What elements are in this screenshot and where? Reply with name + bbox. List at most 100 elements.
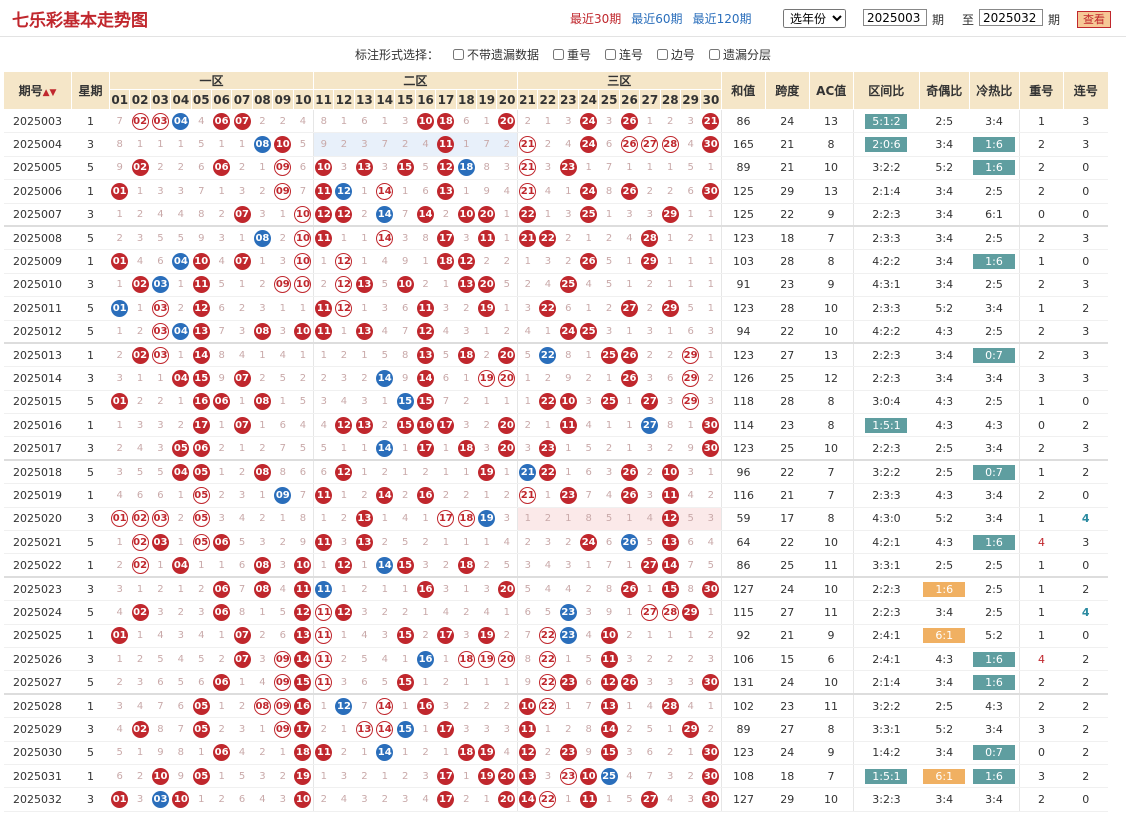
number-ball: 06	[213, 159, 231, 177]
span-cell: 27	[765, 717, 810, 742]
drawn-number-cell: 29	[660, 203, 681, 228]
omission-cell: 5	[272, 600, 294, 625]
option-omission-layer[interactable]: 遗漏分层	[709, 46, 771, 63]
number-ball: 03	[151, 533, 169, 551]
option-repeat[interactable]: 重号	[552, 46, 591, 63]
omission-cell: 1	[680, 413, 701, 438]
repeat-cell: 2	[1018, 273, 1064, 298]
option-consecutive-checkbox[interactable]	[605, 48, 616, 60]
omission-cell: 2	[211, 717, 232, 742]
number-ball: 07	[233, 369, 251, 387]
number-ball: 11	[600, 650, 618, 668]
period-tab-60[interactable]: 最近60期	[631, 10, 682, 27]
omission-cell: 1	[211, 413, 232, 438]
span-cell: 28	[765, 296, 810, 321]
year-select[interactable]: 选年份	[783, 9, 846, 28]
drawn-number-cell: 03	[150, 320, 171, 345]
header-num-27: 27	[639, 89, 661, 110]
drawn-number-cell: 14	[374, 694, 395, 719]
omission-cell: 7	[516, 624, 538, 648]
omission-cell: 3	[109, 460, 130, 485]
drawn-number-cell: 26	[578, 249, 599, 274]
zone-ratio-badge: 3:3:1	[872, 558, 901, 572]
option-consecutive[interactable]: 连号	[605, 46, 643, 63]
drawn-number-cell: 14	[374, 203, 395, 228]
drawn-number-cell: 08	[252, 390, 273, 415]
option-no-omission[interactable]: 不带遗漏数据	[452, 46, 539, 63]
header-num-06: 06	[210, 89, 233, 110]
option-omission-layer-checkbox[interactable]	[709, 48, 721, 60]
drawn-number-cell: 21	[516, 156, 538, 181]
number-ball: 18	[457, 556, 475, 574]
number-ball: 12	[335, 463, 353, 481]
number-ball: 13	[437, 182, 455, 200]
drawn-number-cell: 15	[394, 413, 416, 438]
drawn-number-cell: 28	[639, 226, 661, 251]
omission-cell: 4	[496, 179, 518, 204]
repeat-cell: 1	[1018, 507, 1064, 532]
period-tab-120[interactable]: 最近120期	[693, 10, 752, 27]
number-ball: 17	[437, 229, 455, 247]
omission-cell: 3	[231, 320, 253, 345]
number-ball: 16	[417, 697, 435, 715]
drawn-number-cell: 15	[394, 624, 416, 648]
header-issue[interactable]: 期号▲▼	[3, 71, 72, 110]
omission-cell: 7	[231, 577, 253, 602]
zone-ratio-badge: 2:3:3	[872, 231, 901, 245]
number-ball: 17	[437, 627, 455, 645]
sum-cell: 131	[720, 670, 766, 696]
to-issue-input[interactable]	[979, 9, 1043, 26]
number-ball: 05	[192, 767, 210, 785]
omission-cell: 2	[660, 741, 681, 765]
omission-cell: 2	[598, 436, 620, 462]
view-button[interactable]: 查看	[1077, 11, 1111, 28]
omission-cell: 3	[456, 413, 477, 438]
period-tab-30[interactable]: 最近30期	[570, 10, 621, 27]
option-edge-checkbox[interactable]	[657, 48, 669, 60]
from-issue-input[interactable]	[863, 9, 927, 26]
number-ball: 08	[253, 556, 271, 574]
omission-cell: 2	[456, 600, 477, 625]
odd-even-badge: 4:3	[935, 488, 954, 502]
sort-icon[interactable]: ▲▼	[43, 88, 57, 98]
odd-even-badge: 4:3	[935, 324, 954, 338]
number-ball: 10	[396, 276, 414, 294]
omission-cell: 5	[639, 717, 661, 742]
drawn-number-cell: 13	[354, 507, 375, 532]
issue-cell: 2025006	[3, 179, 72, 204]
omission-cell: 5	[598, 273, 620, 298]
omission-cell: 2	[435, 553, 457, 579]
number-ball: 17	[192, 416, 210, 434]
repeat-cell: 2	[1018, 787, 1064, 812]
option-no-omission-checkbox[interactable]	[452, 48, 464, 60]
omission-cell: 3	[680, 787, 701, 812]
omission-cell: 1	[394, 179, 416, 204]
omission-cell: 2	[333, 647, 355, 672]
omission-cell: 2	[374, 787, 395, 812]
omission-cell: 4	[619, 764, 640, 789]
drawn-number-cell: 01	[109, 787, 130, 812]
drawn-number-cell: 19	[476, 741, 497, 765]
issue-cell: 2025008	[3, 226, 72, 251]
zone-ratio-badge: 3:3:1	[872, 722, 901, 736]
omission-cell: 1	[639, 577, 661, 602]
omission-cell: 4	[150, 203, 171, 228]
drawn-number-cell: 13	[435, 179, 457, 204]
omission-cell: 6	[231, 787, 253, 812]
header-odd-even: 奇偶比	[918, 71, 970, 110]
drawn-number-cell: 15	[293, 670, 314, 696]
drawn-number-cell: 19	[476, 507, 497, 532]
ac-cell: 10	[809, 530, 854, 555]
drawn-number-cell: 13	[660, 530, 681, 555]
option-repeat-checkbox[interactable]	[552, 48, 564, 60]
option-edge[interactable]: 边号	[657, 46, 695, 63]
consecutive-cell: 2	[1063, 741, 1109, 765]
number-ball: 26	[620, 112, 638, 130]
number-ball: 19	[478, 767, 496, 785]
omission-cell: 1	[660, 624, 681, 648]
drawn-number-cell: 12	[435, 156, 457, 181]
number-ball: 02	[131, 276, 149, 294]
omission-cell: 2	[516, 273, 538, 298]
span-cell: 24	[765, 109, 810, 134]
number-ball: 29	[661, 206, 679, 223]
